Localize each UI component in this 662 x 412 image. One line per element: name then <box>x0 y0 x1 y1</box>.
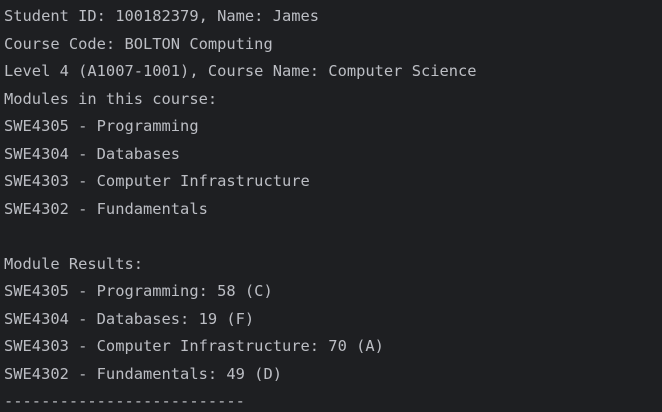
console-line-result: SWE4304 - Databases: 19 (F) <box>4 310 255 328</box>
console-line-level: Level 4 (A1007-1001), Course Name: Compu… <box>4 62 477 80</box>
console-output: Student ID: 100182379, Name: James Cours… <box>0 0 662 412</box>
console-line-course-code: Course Code: BOLTON Computing <box>4 35 273 53</box>
console-line-module: SWE4305 - Programming <box>4 117 199 135</box>
console-line-module: SWE4303 - Computer Infrastructure <box>4 172 310 190</box>
console-line-result: SWE4303 - Computer Infrastructure: 70 (A… <box>4 337 384 355</box>
console-line-modules-heading: Modules in this course: <box>4 90 218 108</box>
console-line-separator: -------------------------- <box>4 392 245 410</box>
console-line-result: SWE4302 - Fundamentals: 49 (D) <box>4 365 282 383</box>
console-line-student: Student ID: 100182379, Name: James <box>4 7 320 25</box>
console-line-module: SWE4304 - Databases <box>4 145 181 163</box>
console-line-result: SWE4305 - Programming: 58 (C) <box>4 282 273 300</box>
console-line-results-heading: Module Results: <box>4 255 143 273</box>
console-line-module: SWE4302 - Fundamentals <box>4 200 208 218</box>
